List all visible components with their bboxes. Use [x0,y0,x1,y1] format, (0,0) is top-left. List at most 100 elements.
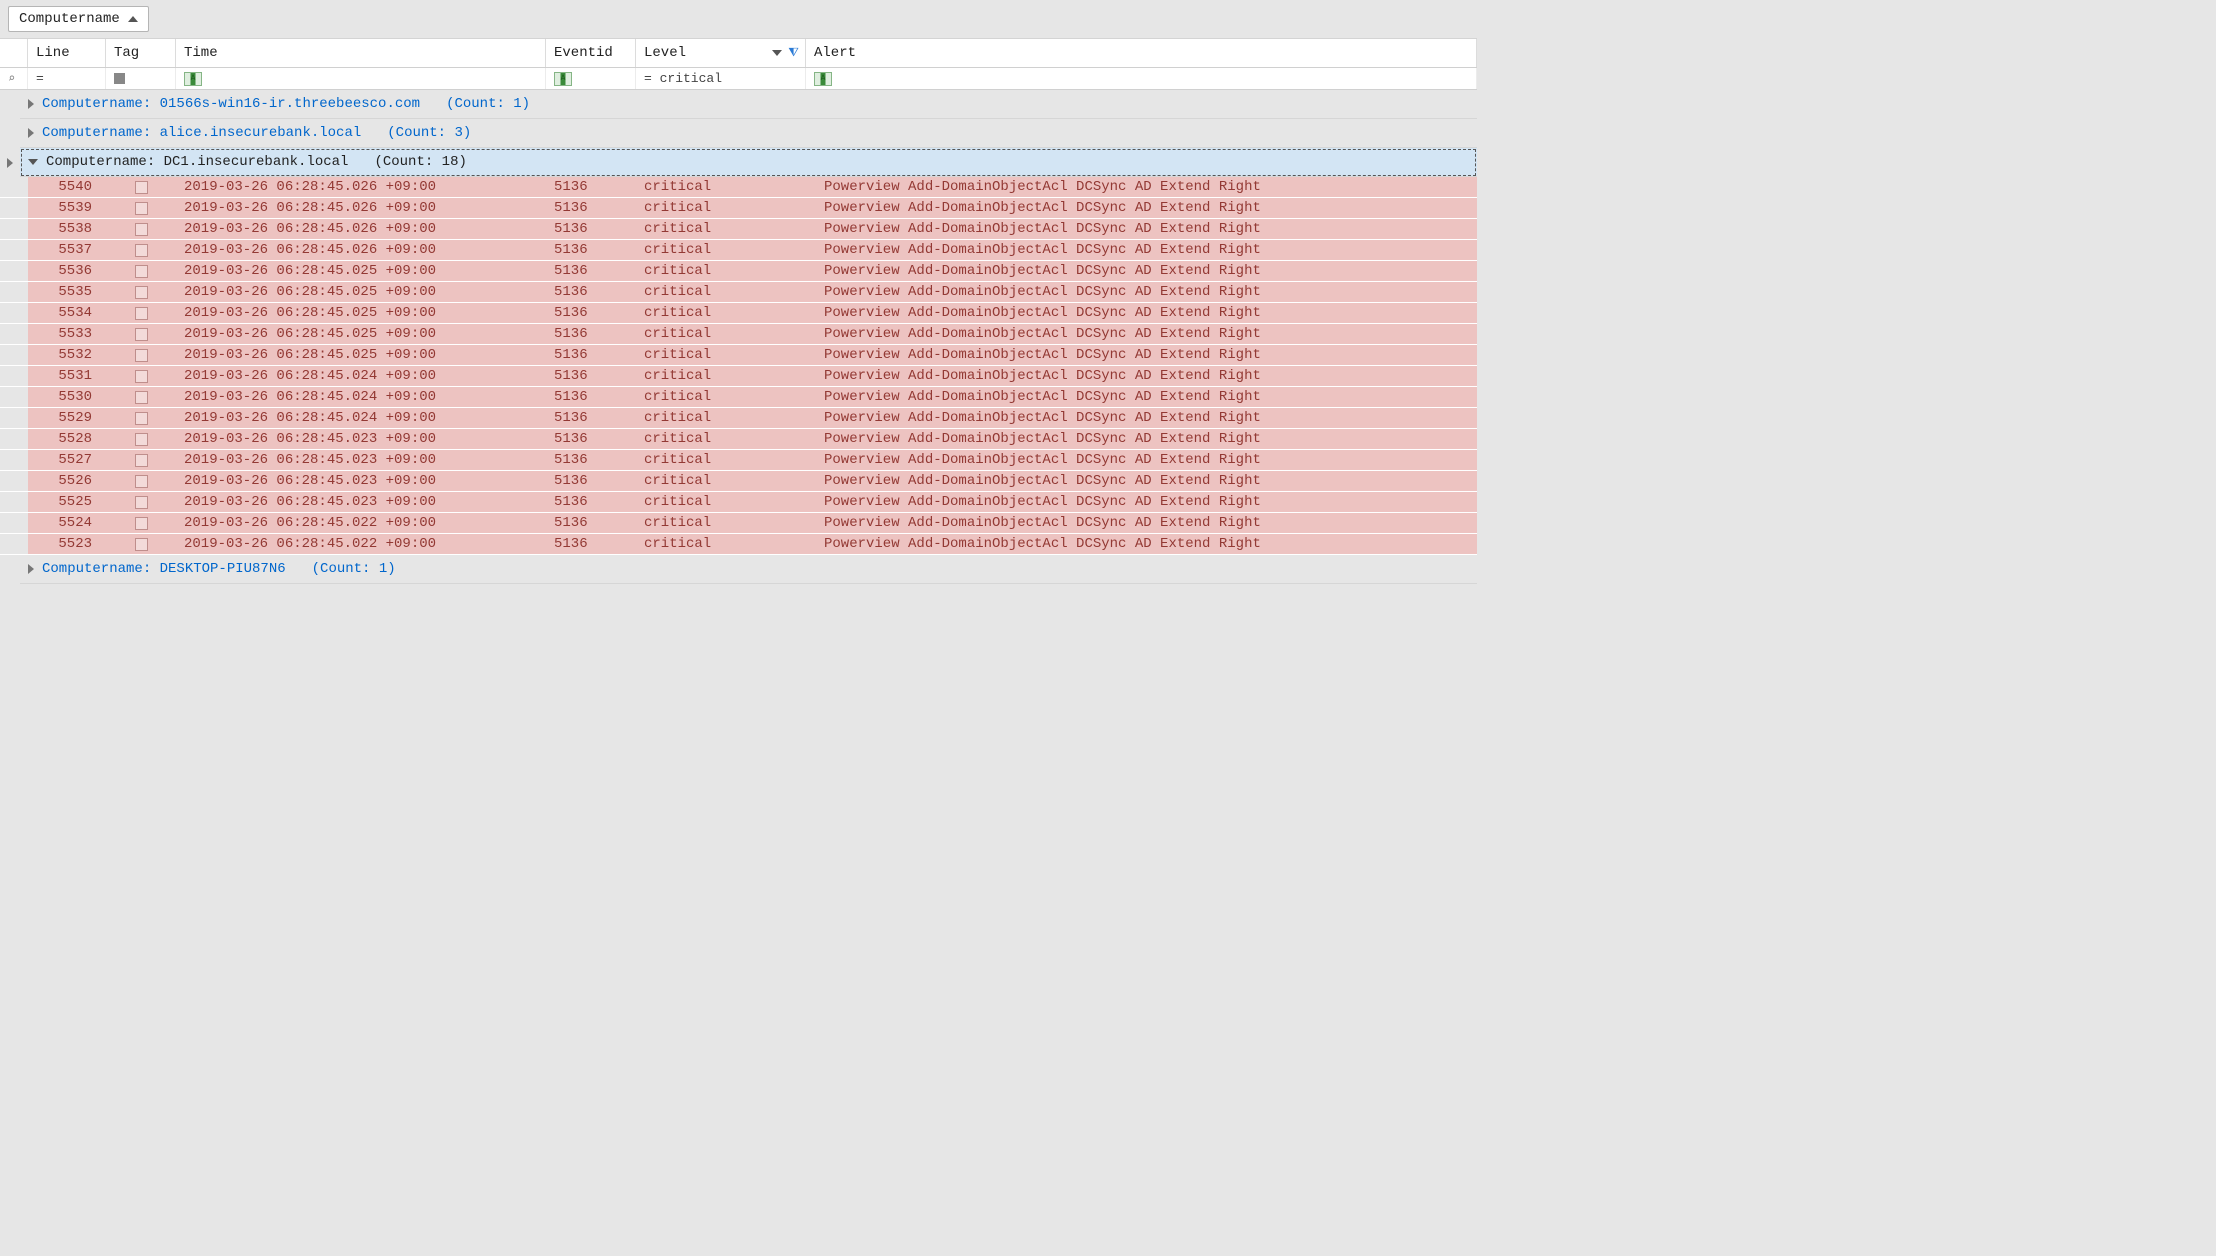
header-eventid[interactable]: Eventid [546,39,636,67]
tag-checkbox[interactable] [135,328,148,341]
row-expand-handle[interactable] [0,90,20,119]
row-indent [0,198,28,218]
table-row[interactable]: 55342019-03-26 06:28:45.025 +09:005136cr… [0,303,1477,324]
tag-checkbox[interactable] [135,181,148,194]
filter-active-icon[interactable]: ⧨ [788,46,799,60]
cell-tag[interactable] [106,492,176,512]
tag-checkbox[interactable] [135,307,148,320]
tag-checkbox[interactable] [135,517,148,530]
filter-tag[interactable] [106,68,176,89]
table-row[interactable]: 55362019-03-26 06:28:45.025 +09:005136cr… [0,261,1477,282]
cell-time: 2019-03-26 06:28:45.022 +09:00 [176,513,546,533]
table-row[interactable]: 55232019-03-26 06:28:45.022 +09:005136cr… [0,534,1477,555]
header-alert[interactable]: Alert [806,39,1477,67]
header-time[interactable]: Time [176,39,546,67]
table-row[interactable]: 55392019-03-26 06:28:45.026 +09:005136cr… [0,198,1477,219]
table-row[interactable]: 55242019-03-26 06:28:45.022 +09:005136cr… [0,513,1477,534]
header-line[interactable]: Line [28,39,106,67]
cell-level: critical [636,513,806,533]
table-row[interactable]: 55312019-03-26 06:28:45.024 +09:005136cr… [0,366,1477,387]
cell-tag[interactable] [106,429,176,449]
group-header[interactable]: Computername: DC1.insecurebank.local(Cou… [20,148,1477,177]
table-row[interactable]: 55302019-03-26 06:28:45.024 +09:005136cr… [0,387,1477,408]
filter-level[interactable]: = critical [636,68,806,89]
table-row[interactable]: 55272019-03-26 06:28:45.023 +09:005136cr… [0,450,1477,471]
tag-checkbox[interactable] [135,223,148,236]
table-row[interactable]: 55282019-03-26 06:28:45.023 +09:005136cr… [0,429,1477,450]
header-level-label: Level [644,45,686,61]
groupby-chip[interactable]: Computername [8,6,149,32]
cell-time: 2019-03-26 06:28:45.026 +09:00 [176,177,546,197]
tag-checkbox[interactable] [135,244,148,257]
cell-tag[interactable] [106,471,176,491]
cell-tag[interactable] [106,387,176,407]
row-expand-handle[interactable] [0,555,20,584]
table-row[interactable]: 55252019-03-26 06:28:45.023 +09:005136cr… [0,492,1477,513]
cell-tag[interactable] [106,534,176,554]
cell-time: 2019-03-26 06:28:45.024 +09:00 [176,387,546,407]
tag-checkbox[interactable] [135,349,148,362]
tag-checkbox[interactable] [135,391,148,404]
table-row[interactable]: 55372019-03-26 06:28:45.026 +09:005136cr… [0,240,1477,261]
filter-eventid[interactable]: A [546,68,636,89]
cell-tag[interactable] [106,324,176,344]
cell-time: 2019-03-26 06:28:45.026 +09:00 [176,198,546,218]
cell-level: critical [636,408,806,428]
tag-checkbox[interactable] [135,454,148,467]
cell-eventid: 5136 [546,429,636,449]
sort-descending-icon [772,50,782,56]
tag-checkbox[interactable] [135,412,148,425]
tag-checkbox[interactable] [135,538,148,551]
table-row[interactable]: 55262019-03-26 06:28:45.023 +09:005136cr… [0,471,1477,492]
cell-tag[interactable] [106,513,176,533]
cell-tag[interactable] [106,345,176,365]
cell-tag[interactable] [106,198,176,218]
cell-tag[interactable] [106,303,176,323]
table-row[interactable]: 55402019-03-26 06:28:45.026 +09:005136cr… [0,177,1477,198]
filter-alert[interactable]: A [806,68,1477,89]
tag-checkbox[interactable] [135,202,148,215]
tag-checkbox[interactable] [135,265,148,278]
row-expand-handle[interactable] [0,148,20,177]
group-header[interactable]: Computername: DESKTOP-PIU87N6(Count: 1) [20,555,1477,584]
cell-alert: Powerview Add-DomainObjectAcl DCSync AD … [806,534,1477,554]
cell-tag[interactable] [106,282,176,302]
table-row[interactable]: 55352019-03-26 06:28:45.025 +09:005136cr… [0,282,1477,303]
cell-tag[interactable] [106,450,176,470]
tag-checkbox[interactable] [135,496,148,509]
text-filter-icon: A [814,72,832,86]
filter-line[interactable]: = [28,68,106,89]
tag-checkbox[interactable] [135,286,148,299]
cell-level: critical [636,534,806,554]
cell-tag[interactable] [106,261,176,281]
group-header[interactable]: Computername: alice.insecurebank.local(C… [20,119,1477,148]
cell-tag[interactable] [106,366,176,386]
cell-line: 5526 [28,471,106,491]
row-indent [0,387,28,407]
tag-checkbox[interactable] [135,475,148,488]
table-row[interactable]: 55292019-03-26 06:28:45.024 +09:005136cr… [0,408,1477,429]
filter-time[interactable]: A [176,68,546,89]
table-row[interactable]: 55332019-03-26 06:28:45.025 +09:005136cr… [0,324,1477,345]
table-row[interactable]: 55322019-03-26 06:28:45.025 +09:005136cr… [0,345,1477,366]
cell-eventid: 5136 [546,492,636,512]
header-level[interactable]: Level ⧨ [636,39,806,67]
table-row[interactable]: 55382019-03-26 06:28:45.026 +09:005136cr… [0,219,1477,240]
row-expand-handle[interactable] [0,119,20,148]
cell-alert: Powerview Add-DomainObjectAcl DCSync AD … [806,345,1477,365]
row-indent [0,429,28,449]
cell-level: critical [636,282,806,302]
cell-eventid: 5136 [546,471,636,491]
cell-tag[interactable] [106,408,176,428]
cell-tag[interactable] [106,240,176,260]
cell-alert: Powerview Add-DomainObjectAcl DCSync AD … [806,198,1477,218]
tag-checkbox[interactable] [135,433,148,446]
cell-tag[interactable] [106,177,176,197]
group-header[interactable]: Computername: 01566s-win16-ir.threebeesc… [20,90,1477,119]
group-label: Computername: 01566s-win16-ir.threebeesc… [42,96,420,112]
header-tag[interactable]: Tag [106,39,176,67]
tag-checkbox[interactable] [135,370,148,383]
cell-time: 2019-03-26 06:28:45.026 +09:00 [176,240,546,260]
cell-tag[interactable] [106,219,176,239]
cell-line: 5530 [28,387,106,407]
